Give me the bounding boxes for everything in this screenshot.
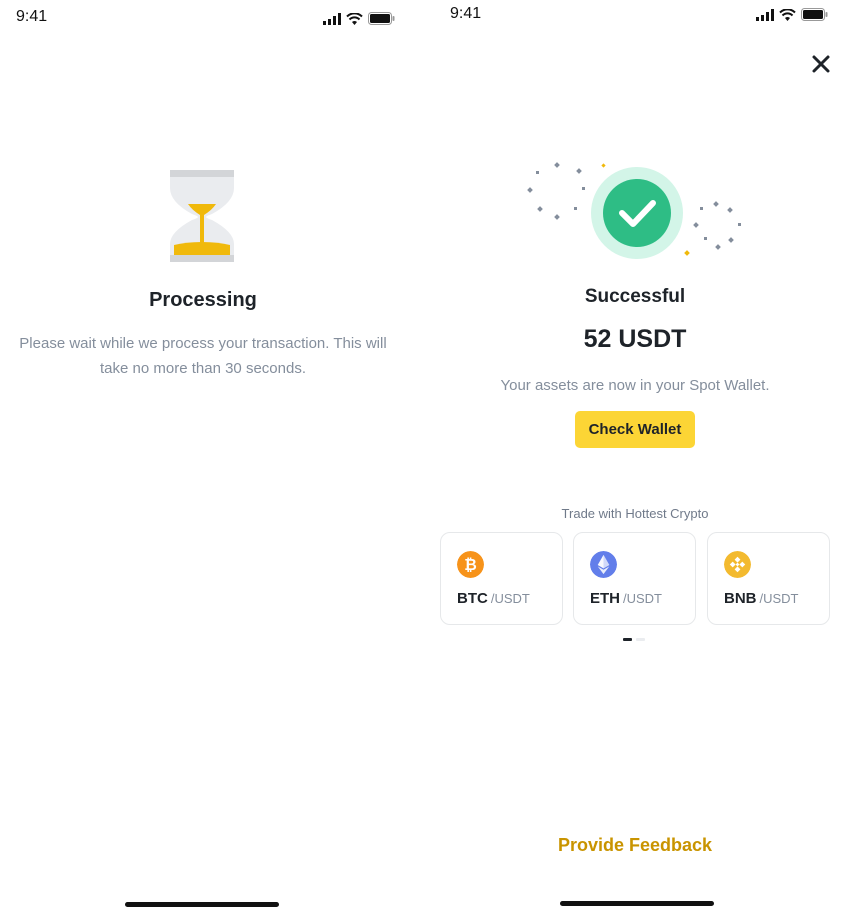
trade-heading: Trade with Hottest Crypto [561,506,709,521]
success-check-icon [527,162,741,259]
pair-base: ETH [590,590,620,607]
success-message: Your assets are now in your Spot Wallet. [500,377,770,394]
battery-icon [801,8,828,21]
carousel-dot-active [623,638,632,641]
processing-title: Processing [149,289,257,311]
success-title: Successful [584,286,686,307]
home-indicator [125,902,279,907]
ethereum-icon [590,551,617,578]
pair-base: BTC [457,590,488,607]
processing-message: Please wait while we process your transa… [19,335,387,377]
carousel-dot [636,638,645,641]
home-indicator [560,901,714,906]
provide-feedback-link[interactable]: Provide Feedback [424,835,846,856]
amount-text: 52 USDT [583,325,687,353]
signal-icon [323,12,341,25]
status-time: 9:41 [450,5,482,22]
pair-card-bnb[interactable]: BNB/USDT [707,532,830,625]
hourglass-icon [170,170,234,262]
pair-quote: /USDT [623,591,662,606]
wifi-icon [779,8,796,21]
pair-label: ETH/USDT [590,590,662,607]
bitcoin-icon: ₿ [457,551,484,578]
status-time: 9:41 [16,8,48,25]
pair-label: BNB/USDT [724,590,799,607]
pair-base: BNB [724,590,757,607]
pair-quote: /USDT [759,591,799,606]
pair-card-eth[interactable]: ETH/USDT [573,532,696,625]
success-screen: 9:41 Successful 52 USDT Your assets are … [424,0,846,914]
status-bar-icons [756,8,828,21]
signal-icon [756,8,774,21]
pair-quote: /USDT [490,591,530,606]
svg-text:₿: ₿ [464,557,477,574]
carousel-indicator [623,638,645,641]
processing-screen: 9:41 Processing Please wait while we pro… [0,0,406,914]
wifi-icon [346,12,363,25]
pair-card-btc[interactable]: ₿ BTC/USDT [440,532,563,625]
check-wallet-button[interactable]: Check Wallet [575,411,695,448]
battery-icon [368,12,395,25]
bnb-icon [724,551,751,578]
status-bar-icons [323,12,395,25]
close-icon[interactable] [809,52,833,76]
pair-label: BTC/USDT [457,590,530,607]
